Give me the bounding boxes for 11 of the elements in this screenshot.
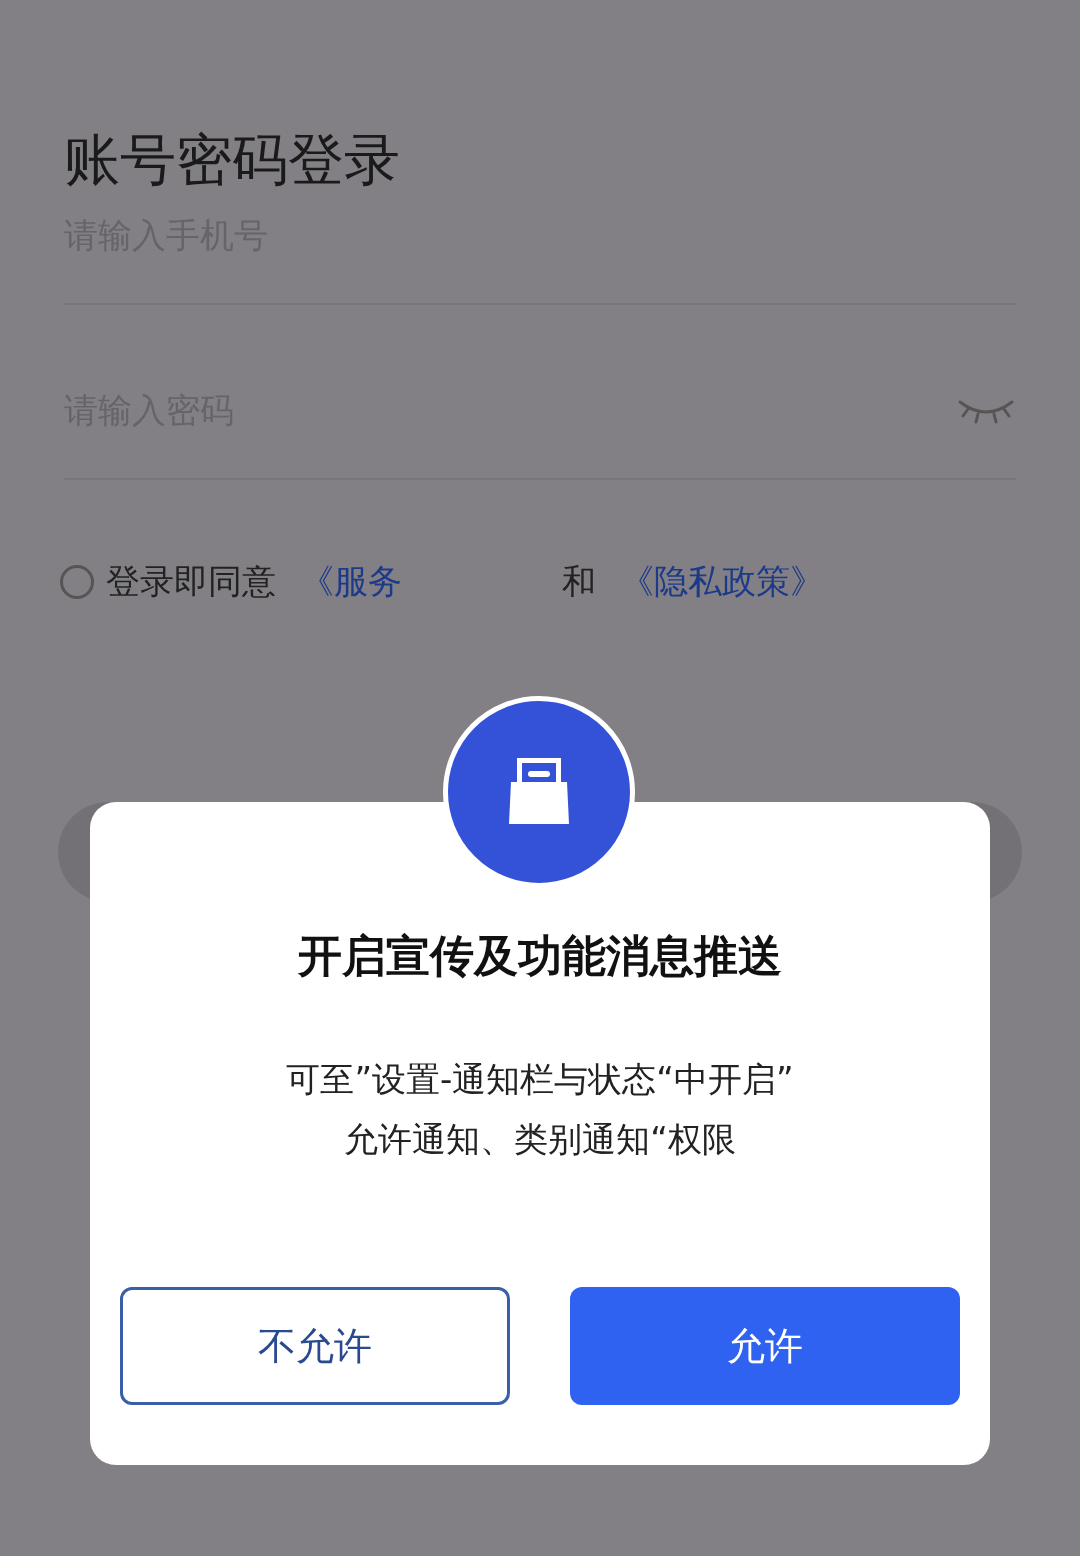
- deny-button[interactable]: 不允许: [120, 1287, 510, 1405]
- dialog-message: 允许通知、类别通知“权限: [344, 1118, 736, 1161]
- agreement-text: 登录即同意: [106, 560, 276, 603]
- dialog-message: 可至”设置-通知栏与状态“中开启”: [286, 1058, 794, 1101]
- policy-link[interactable]: 《服务: [300, 559, 402, 605]
- agreement-text: 和: [562, 560, 596, 603]
- allow-button[interactable]: 允许: [570, 1287, 960, 1405]
- policy-link[interactable]: 《隐私政策》: [620, 559, 824, 605]
- dialog-title: 开启宣传及功能消息推送: [298, 929, 782, 983]
- page-title: 账号密码登录: [64, 126, 401, 194]
- agreement-checkbox[interactable]: [60, 565, 94, 599]
